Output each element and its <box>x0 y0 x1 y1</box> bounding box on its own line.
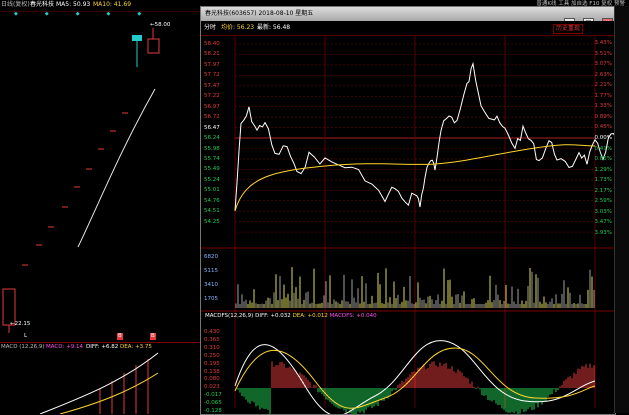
pct-tick-label: 3.07% <box>594 61 612 68</box>
pct-tick-label: 1.77% <box>594 92 612 99</box>
price-tick-label: 54.76 <box>204 197 220 204</box>
macd-legend: MACDFS(12,26,9) DIFF: +0.032 DEA: +0.012… <box>205 313 377 320</box>
marker-b-1: B <box>117 333 123 340</box>
macd-tick-label: 0.023 <box>204 384 220 391</box>
pct-tick-label: 1.33% <box>594 103 612 110</box>
marker-l: L <box>24 333 28 339</box>
macd-tick-label: 0.195 <box>204 360 220 367</box>
left-kline-plot[interactable]: ←58.00 ←22.15 L B B <box>0 11 201 341</box>
window-title: 春光科技(603657) 2018-08-10 星期五 <box>205 10 314 17</box>
pct-tick-label: 2.21% <box>594 82 612 89</box>
macd-tick-label: 0.250 <box>204 352 220 359</box>
price-tick-label: 54.51 <box>204 208 220 215</box>
stock-name: 春光科技 <box>30 1 55 8</box>
price-tick-label: 55.98 <box>204 145 220 152</box>
volume-tick-label: 5115 <box>204 268 218 274</box>
pct-tick-label: 3.51% <box>594 50 612 57</box>
ma10-label: MA10: 41.69 <box>93 1 132 8</box>
price-tick-label: 54.25 <box>204 218 220 225</box>
price-tick-label: 55.24 <box>204 176 220 183</box>
macd-tick-label: 0.080 <box>204 376 220 383</box>
pct-tick-label: 2.59% <box>594 198 612 205</box>
intraday-chart-svg <box>201 36 615 414</box>
macd-tick-label: 0.310 <box>204 344 220 351</box>
macd-tick-label: 0.365 <box>204 336 220 343</box>
latest-price: 最新: 56.48 <box>257 24 291 31</box>
intraday-label: 分时 <box>204 24 217 31</box>
macdfs-name: MACDFS(12,26,9) <box>205 313 254 319</box>
macdfs-dea: DEA: +0.012 <box>292 313 328 319</box>
high-price-label: ←58.00 <box>150 22 171 28</box>
ma5-label: MA5: 50.93 <box>56 1 91 8</box>
price-tick-label: 56.47 <box>204 124 220 131</box>
macd-tick-label: 0.138 <box>204 368 220 375</box>
pct-tick-label: 0.00% <box>594 134 612 141</box>
pct-tick-label: 3.03% <box>594 208 612 215</box>
history-replay-button[interactable]: 历史重现 <box>553 24 584 34</box>
price-tick-label: 55.74 <box>204 155 220 162</box>
pct-tick-label: 3.47% <box>594 219 612 226</box>
pct-tick-label: 2.17% <box>594 187 612 194</box>
macd-tick-label: -0.128 <box>204 408 222 414</box>
macd-tick-label: -0.017 <box>204 392 222 399</box>
price-tick-label: 55.01 <box>204 187 220 194</box>
macd-tick-label: 0.430 <box>204 329 220 335</box>
pct-tick-label: 3.93% <box>594 229 612 236</box>
pct-tick-label: 1.29% <box>594 166 612 173</box>
window-titlebar[interactable]: 春光科技(603657) 2018-08-10 星期五 _ □ × <box>201 7 615 28</box>
macd-tick-label: -0.065 <box>204 400 222 407</box>
avg-price: 均价: 56.23 <box>221 24 255 31</box>
kline-svg <box>2 28 160 333</box>
price-tick-label: 57.47 <box>204 82 220 89</box>
left-macd-panel: MACD (12,26,9) MACD: +9.14 DIFF: +6.82 D… <box>0 342 200 414</box>
volume-tick-label: 3410 <box>204 282 218 288</box>
intraday-window[interactable]: 春光科技(603657) 2018-08-10 星期五 _ □ × 分时 均价:… <box>200 6 616 415</box>
volume-tick-label: 1705 <box>204 296 218 302</box>
price-tick-label: 56.24 <box>204 135 220 142</box>
period-label[interactable]: 日线(复权) <box>1 1 30 9</box>
price-tick-label: 55.49 <box>204 166 220 173</box>
marker-b-2: B <box>150 333 156 340</box>
price-tick-label: 57.72 <box>204 72 220 79</box>
price-tick-label: 58.21 <box>204 51 220 58</box>
price-tick-label: 57.22 <box>204 93 220 100</box>
volume-tick-label: 6820 <box>204 254 218 260</box>
left-macd-svg <box>39 352 159 414</box>
pct-tick-label: 2.63% <box>594 71 612 78</box>
price-tick-label: 58.40 <box>204 41 220 47</box>
macdfs-diff: DIFF: +0.032 <box>255 313 291 319</box>
pct-tick-label: 0.45% <box>594 124 612 131</box>
pct-tick-label: 0.89% <box>594 113 612 120</box>
pct-tick-label: 0.85% <box>594 156 612 163</box>
low-price-label: ←22.15 <box>10 321 31 327</box>
pct-tick-label: 0.41% <box>594 145 612 152</box>
price-tick-label: 57.97 <box>204 61 220 68</box>
price-tick-label: 56.72 <box>204 114 220 121</box>
pct-tick-label: 3.43% <box>594 40 612 46</box>
right-side-strip[interactable] <box>614 6 629 413</box>
price-tick-label: 56.97 <box>204 103 220 110</box>
pct-tick-label: 1.73% <box>594 177 612 184</box>
macdfs-value: MACDFS: +0.040 <box>329 313 377 319</box>
info-bar: 分时 均价: 56.23 最新: 56.48 历史重现 <box>201 21 615 36</box>
